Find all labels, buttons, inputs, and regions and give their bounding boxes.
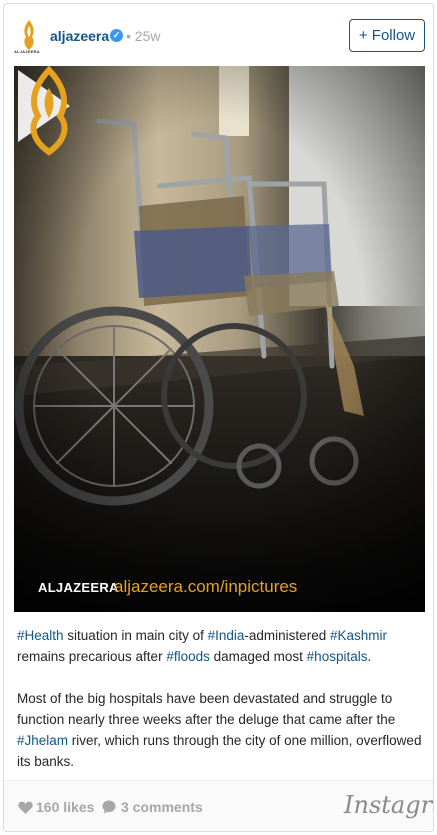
post-caption: #Health situation in main city of #India… — [17, 625, 422, 793]
hashtag-link[interactable]: #Jhelam — [17, 733, 68, 748]
instagram-logo[interactable]: Instagram — [344, 791, 433, 819]
post-footer: 160 likes 3 comments Instagram — [4, 780, 433, 831]
likes-count[interactable]: 160 likes — [36, 799, 94, 815]
aljazeera-watermark-logo — [30, 66, 68, 156]
account-username[interactable]: aljazeera — [50, 28, 109, 44]
brand-name: ALJAZEERA — [38, 580, 119, 595]
hashtag-link[interactable]: #India — [208, 628, 245, 643]
comment-icon — [102, 800, 116, 814]
hashtag-link[interactable]: #floods — [166, 649, 210, 664]
caption-text: damaged most — [209, 649, 307, 664]
caption-paragraph-2: Most of the big hospitals have been deva… — [17, 688, 422, 772]
caption-text: situation in main city of — [63, 628, 208, 643]
caption-text: remains precarious after — [17, 649, 167, 664]
follow-button[interactable]: + Follow — [349, 19, 425, 52]
post-age[interactable]: • 25w — [126, 28, 160, 44]
verified-check-icon: ✓ — [110, 29, 123, 42]
caption-text: river, which runs through the city of on… — [17, 733, 422, 769]
hashtag-link[interactable]: #Health — [17, 628, 64, 643]
brand-url: aljazeera.com/inpictures — [114, 577, 298, 596]
hashtag-link[interactable]: #Kashmir — [330, 628, 387, 643]
heart-icon — [18, 801, 33, 814]
caption-text: . — [367, 649, 372, 664]
caption-paragraph-1: #Health situation in main city of #India… — [17, 625, 422, 667]
post-header: ALJAZEERA aljazeera ✓ • 25w + Follow — [4, 4, 433, 66]
caption-text: -administered — [244, 628, 330, 643]
logo-caption: ALJAZEERA — [14, 49, 40, 54]
hashtag-link[interactable]: #hospitals — [307, 649, 368, 664]
comments-count[interactable]: 3 comments — [121, 799, 203, 815]
caption-text: Most of the big hospitals have been deva… — [17, 691, 396, 727]
post-media-video[interactable]: ALJAZEERA aljazeera.com/inpictures — [14, 66, 425, 612]
instagram-embed-card: ALJAZEERA aljazeera ✓ • 25w + Follow ALJ… — [3, 3, 434, 832]
